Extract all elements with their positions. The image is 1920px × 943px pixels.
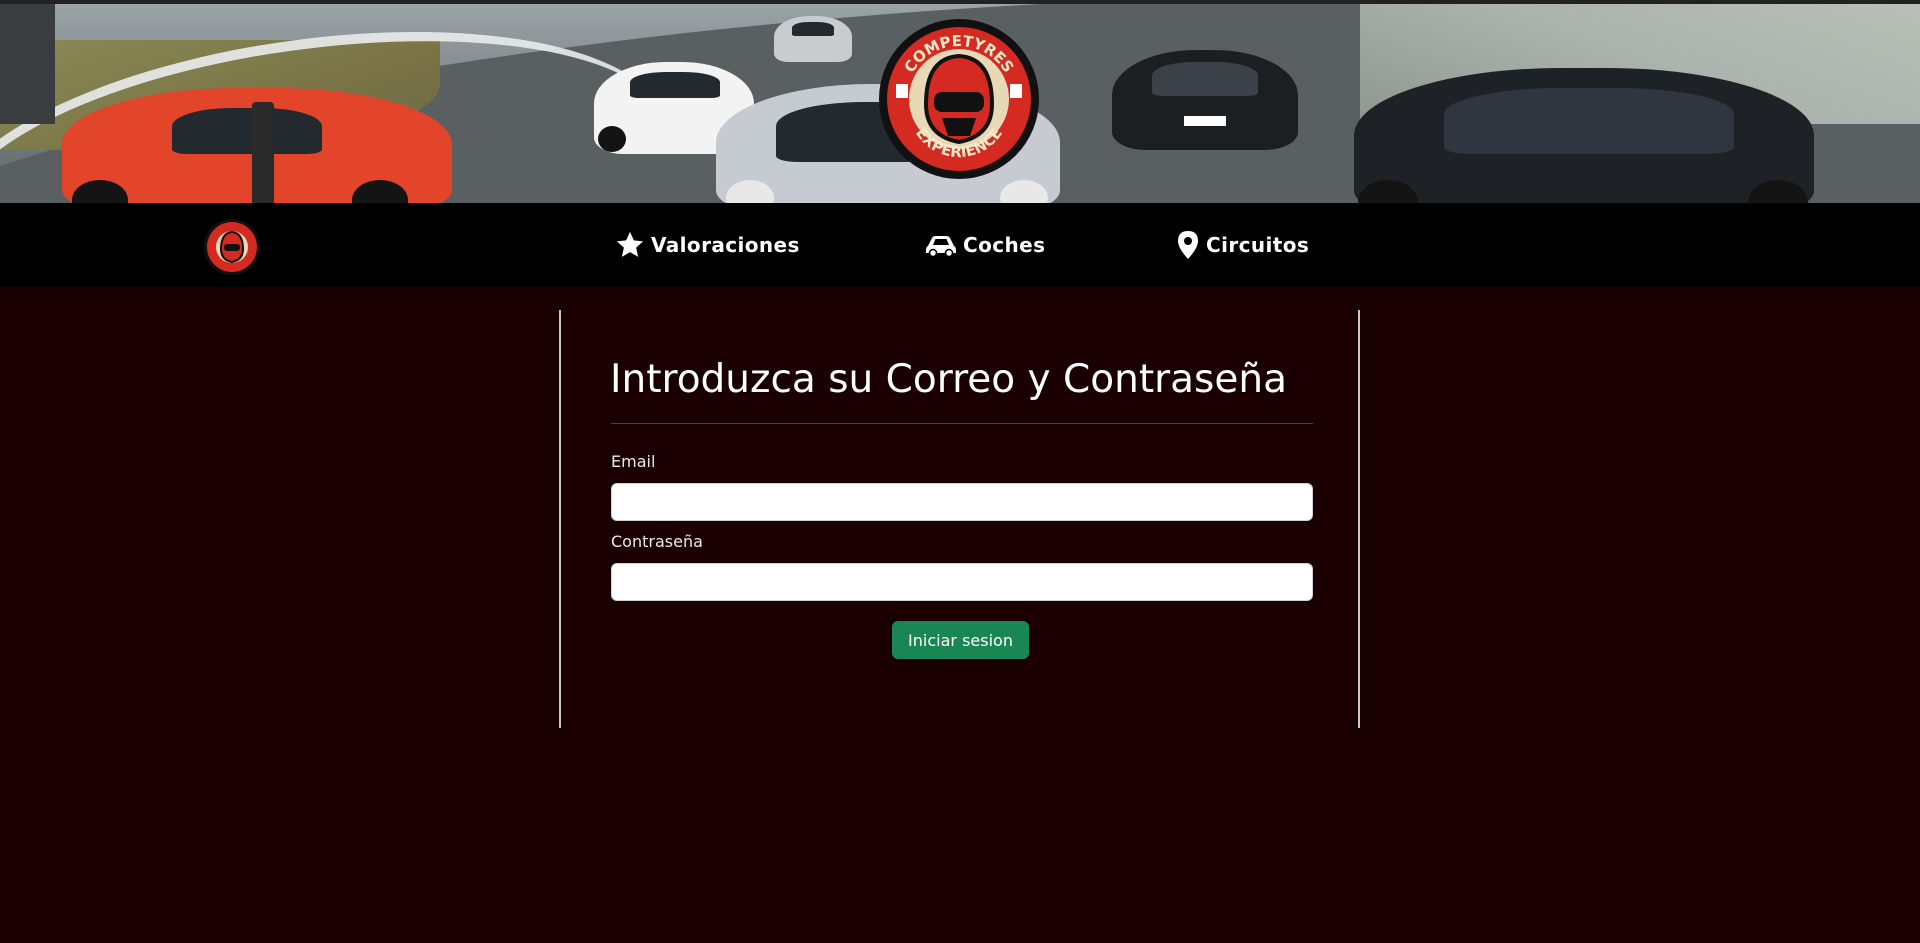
login-panel: Introduzca su Correo y Contraseña Email … xyxy=(559,310,1360,728)
pit-structure xyxy=(0,4,55,124)
main-navbar: Valoraciones Coches Circuitos xyxy=(0,203,1920,287)
login-title: Introduzca su Correo y Contraseña xyxy=(610,357,1287,402)
black-supercar-image xyxy=(1354,68,1814,203)
nav-link-coches[interactable]: Coches xyxy=(925,228,1045,262)
nav-label-circuitos: Circuitos xyxy=(1206,233,1310,257)
nav-label-valoraciones: Valoraciones xyxy=(651,233,800,257)
nav-link-valoraciones[interactable]: Valoraciones xyxy=(615,228,800,262)
hero-banner: COMPETYRES EXPERIENCE xyxy=(0,0,1920,203)
login-submit-button[interactable]: Iniciar sesion xyxy=(892,621,1029,659)
helmet-logo-icon xyxy=(204,219,260,275)
title-divider xyxy=(611,423,1313,424)
star-icon xyxy=(616,231,644,257)
password-label: Contraseña xyxy=(611,532,703,551)
password-input[interactable] xyxy=(611,563,1313,601)
email-label: Email xyxy=(611,452,656,471)
black-car-image xyxy=(1112,50,1298,150)
nav-label-coches: Coches xyxy=(963,233,1046,257)
banner-top-edge xyxy=(0,0,1920,4)
helmet-logo-icon: COMPETYRES EXPERIENCE xyxy=(879,19,1039,179)
red-car-image xyxy=(62,88,452,203)
navbar-logo-link[interactable] xyxy=(203,216,261,278)
car-icon xyxy=(926,236,956,258)
competyres-logo-large: COMPETYRES EXPERIENCE xyxy=(878,12,1040,186)
silver-far-car-image xyxy=(774,16,852,62)
nav-link-circuitos[interactable]: Circuitos xyxy=(1176,228,1309,262)
email-input[interactable] xyxy=(611,483,1313,521)
map-pin-icon xyxy=(1178,231,1198,259)
